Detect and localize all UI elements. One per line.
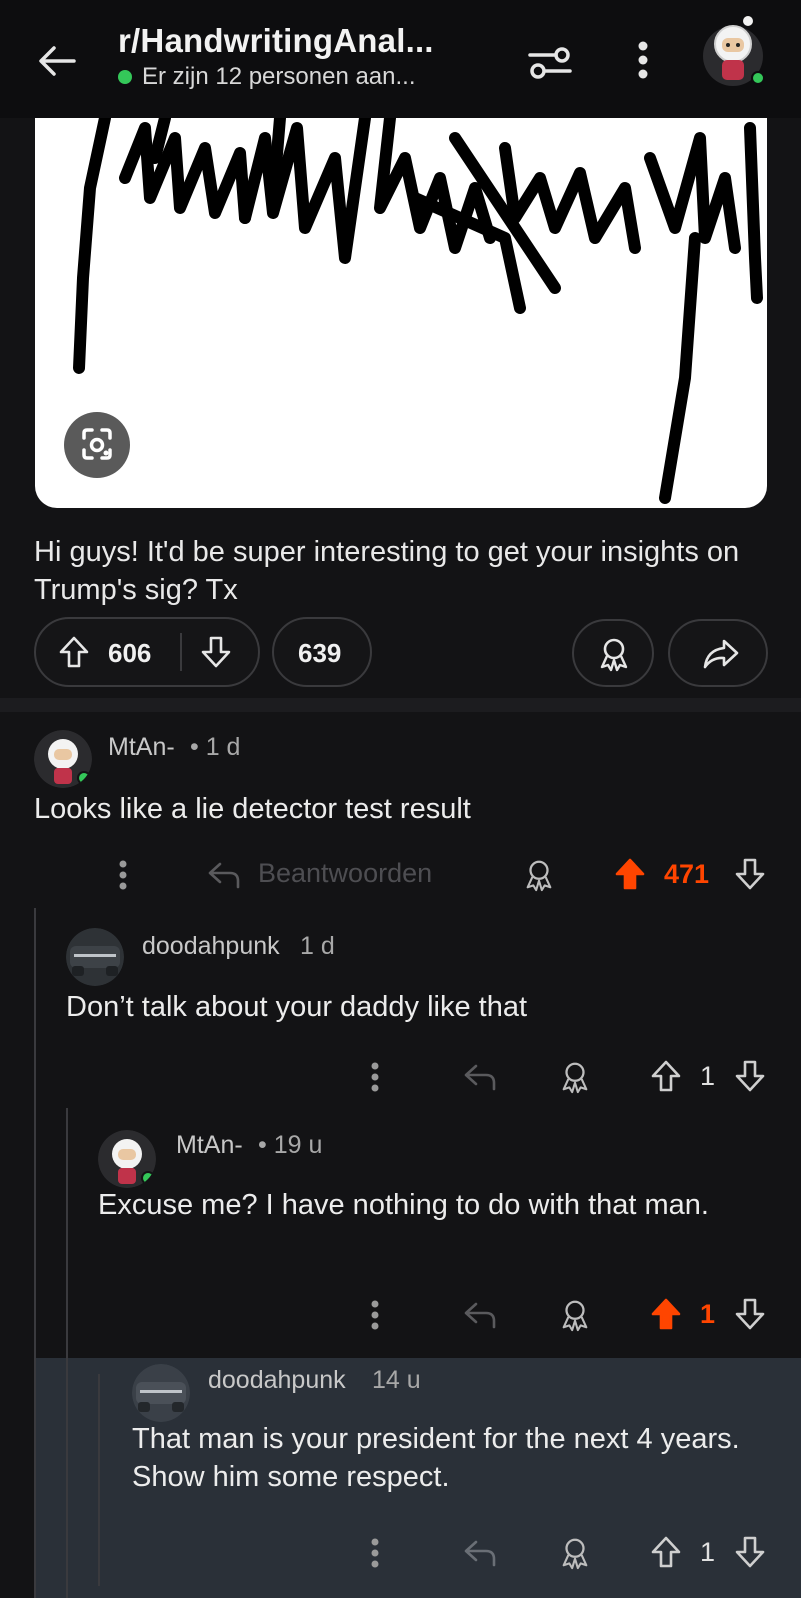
post-score: 606 <box>108 638 152 668</box>
downvote-icon[interactable] <box>734 1059 766 1093</box>
comment-author[interactable]: doodahpunk <box>142 932 280 961</box>
reply-icon[interactable] <box>206 860 242 890</box>
thread-line-level-1 <box>34 908 36 1598</box>
google-lens-button[interactable] <box>64 412 130 478</box>
comment-text: Excuse me? I have nothing to do with tha… <box>98 1189 709 1221</box>
section-divider <box>0 698 801 712</box>
comment-avatar[interactable] <box>98 1130 156 1188</box>
downvote-icon[interactable] <box>734 1535 766 1569</box>
comments-button[interactable]: 639 <box>272 617 372 687</box>
thread-line-level-2 <box>66 1108 68 1598</box>
online-indicator-icon <box>118 70 132 84</box>
upvote-icon[interactable] <box>58 635 90 669</box>
comment-text: Don’t talk about your daddy like that <box>66 991 528 1023</box>
comment-score: 1 <box>700 1537 716 1567</box>
comment-author[interactable]: MtAn- <box>108 733 175 762</box>
comment-author[interactable]: doodahpunk <box>208 1366 346 1395</box>
post-image[interactable] <box>35 118 767 508</box>
comment-more-icon[interactable] <box>371 1538 379 1568</box>
reply-icon[interactable] <box>462 1538 498 1568</box>
back-arrow-icon[interactable] <box>36 40 78 82</box>
subreddit-title[interactable]: r/HandwritingAnal... <box>118 22 434 60</box>
signature-image <box>73 118 763 504</box>
downvote-icon[interactable] <box>200 635 232 669</box>
comment-age: • 19 u <box>258 1131 323 1159</box>
comment-author[interactable]: MtAn- <box>176 1131 243 1160</box>
comment-age: 14 u <box>372 1366 421 1394</box>
comment-avatar[interactable] <box>66 928 124 986</box>
comment-more-icon[interactable] <box>371 1300 379 1330</box>
award-button[interactable] <box>572 619 654 687</box>
user-avatar[interactable] <box>698 14 768 88</box>
reply-button[interactable]: Beantwoorden <box>258 858 432 889</box>
reply-icon[interactable] <box>462 1300 498 1330</box>
vote-pill: 606 <box>34 617 260 687</box>
online-count-text: Er zijn 12 personen aan... <box>142 63 416 90</box>
comment-count: 639 <box>298 638 342 668</box>
comment-text: That man is your president for the next … <box>132 1423 740 1493</box>
comment-more-icon[interactable] <box>119 860 127 890</box>
share-icon <box>703 639 739 669</box>
upvote-icon[interactable] <box>650 1297 682 1331</box>
comment-avatar[interactable] <box>34 730 92 788</box>
upvote-icon[interactable] <box>614 857 646 891</box>
thread-line-level-3 <box>98 1374 100 1586</box>
lens-icon <box>82 428 112 460</box>
downvote-icon[interactable] <box>734 1297 766 1331</box>
comment-score: 1 <box>700 1061 716 1091</box>
upvote-icon[interactable] <box>650 1059 682 1093</box>
comment-age: 1 d <box>300 932 335 960</box>
share-button[interactable] <box>668 619 768 687</box>
award-icon[interactable] <box>558 1536 592 1570</box>
comment-score: 471 <box>664 859 710 889</box>
comment-avatar[interactable] <box>132 1364 190 1422</box>
award-icon <box>600 638 628 672</box>
vote-divider <box>180 633 182 671</box>
award-icon[interactable] <box>522 858 556 892</box>
filter-sliders-icon[interactable] <box>528 45 572 81</box>
award-icon[interactable] <box>558 1060 592 1094</box>
award-icon[interactable] <box>558 1298 592 1332</box>
more-options-icon[interactable] <box>636 40 650 80</box>
post-body-text: Hi guys! It'd be super interesting to ge… <box>34 536 740 606</box>
comment-score: 1 <box>700 1299 716 1329</box>
reply-icon[interactable] <box>462 1062 498 1092</box>
upvote-icon[interactable] <box>650 1535 682 1569</box>
comment-more-icon[interactable] <box>371 1062 379 1092</box>
comment-age: • 1 d <box>190 733 241 761</box>
downvote-icon[interactable] <box>734 857 766 891</box>
comment-text: Looks like a lie detector test result <box>34 793 471 825</box>
